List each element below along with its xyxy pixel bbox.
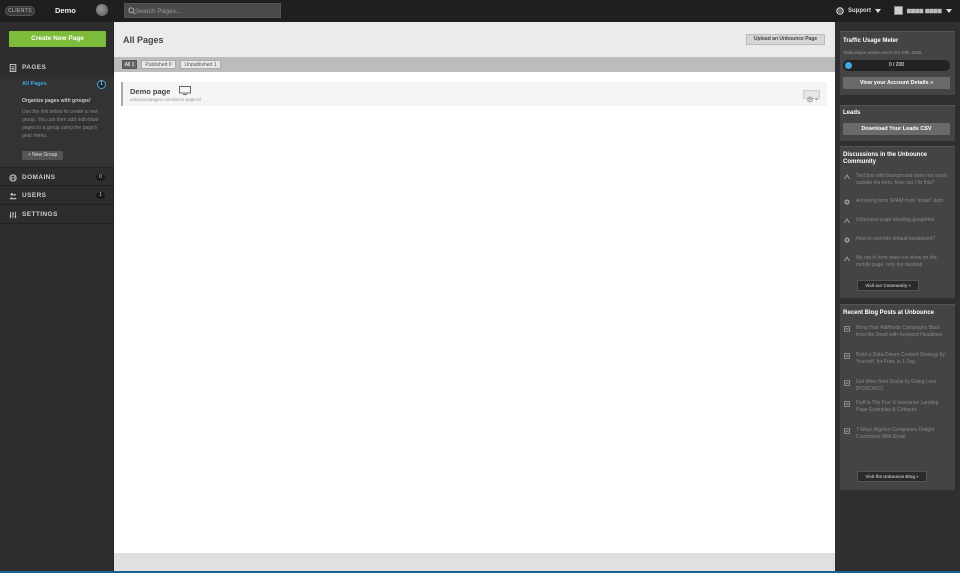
gear-icon: [807, 96, 818, 103]
groups-help-text: Use the link below to create a new group…: [22, 109, 99, 139]
all-pages-count-badge: 1: [97, 80, 106, 89]
community-title: Discussions in the Unbounce Community: [843, 152, 928, 165]
blog-post-title[interactable]: Fluff is Thy Foe: 6 Insurance Landing Pa…: [856, 400, 951, 413]
pages-icon: [9, 64, 17, 72]
discussion-title[interactable]: How to override default breakpoint?: [856, 236, 951, 243]
filter-all[interactable]: All 1: [122, 60, 137, 69]
blog-post-title[interactable]: Get More from Social by Doing Less [PODC…: [856, 379, 951, 392]
top-bar: CLIENTS Demo Support ▆▆▆▆ ▆▆▆▆: [0, 0, 960, 22]
visit-blog-button[interactable]: Visit the Unbounce Blog »: [857, 471, 927, 482]
document-icon: [844, 401, 850, 407]
groups-help-title: Organize pages with groups!: [22, 98, 91, 104]
up-chevron-icon: [844, 174, 850, 180]
page-gear-button[interactable]: [803, 90, 820, 103]
blog-post-title[interactable]: Build a Data-Driven Content Strategy by …: [856, 352, 951, 365]
right-sidebar: Traffic Usage Meter Total unique visitor…: [835, 22, 960, 573]
sidebar-item-pages[interactable]: PAGES: [0, 58, 114, 77]
users-icon: [9, 193, 17, 200]
user-menu[interactable]: ▆▆▆▆ ▆▆▆▆: [894, 5, 952, 16]
left-sidebar: Create New Page PAGES All Pages 1 Organi…: [0, 22, 114, 573]
sidebar-item-label: USERS: [22, 192, 47, 199]
new-group-button[interactable]: + New Group: [22, 151, 63, 160]
blog-title: Recent Blog Posts at Unbounce: [843, 310, 935, 316]
users-count-badge: 1: [96, 192, 105, 199]
up-chevron-icon: [844, 256, 850, 262]
domains-count-badge: 0: [96, 174, 105, 181]
clients-button[interactable]: CLIENTS: [5, 6, 35, 16]
document-icon: [844, 353, 850, 359]
sidebar-item-domains[interactable]: DOMAINS 0: [0, 167, 114, 186]
sidebar-item-settings[interactable]: SETTINGS: [0, 205, 114, 224]
sidebar-item-label: PAGES: [22, 64, 47, 71]
leads-title: Leads: [843, 110, 861, 116]
blog-post-title[interactable]: Bring Your AdWords Campaigns Back from t…: [856, 325, 951, 338]
view-account-details-button[interactable]: View your Account Details »: [843, 77, 950, 89]
traffic-usage-panel: Traffic Usage Meter Total unique visitor…: [840, 31, 955, 95]
visit-community-button[interactable]: Visit our Community »: [857, 280, 919, 291]
sidebar-item-label: DOMAINS: [22, 174, 56, 181]
support-menu[interactable]: Support: [836, 6, 881, 16]
traffic-usage-meter: 0 / 200: [843, 60, 950, 71]
document-icon: [844, 380, 850, 386]
page-title: All Pages: [123, 35, 164, 45]
chat-icon: [844, 237, 850, 243]
document-icon: [844, 428, 850, 434]
all-pages-link[interactable]: All Pages: [22, 81, 47, 87]
main-header: All Pages Upload an Unbounce Page: [114, 22, 835, 57]
page-name-link[interactable]: Demo page: [130, 87, 170, 96]
discussion-title[interactable]: Annoying form SPAM from "smart" bots: [856, 198, 951, 205]
discussion-title[interactable]: Text box with background does not reach …: [856, 173, 951, 186]
blog-panel: Recent Blog Posts at Unbounce Bring Your…: [840, 304, 955, 490]
filter-published[interactable]: Published 0: [141, 60, 176, 69]
filter-unpublished[interactable]: Unpublished 1: [180, 60, 221, 69]
settings-icon: [9, 211, 17, 219]
community-panel: Discussions in the Unbounce Community Te…: [840, 146, 955, 298]
discussion-title[interactable]: My opt in form does not show on the mobi…: [856, 255, 951, 268]
search-input[interactable]: [135, 5, 275, 17]
support-label: Support: [848, 8, 871, 14]
chevron-down-icon: [875, 9, 881, 13]
blog-post-title[interactable]: 7 Ways Bigshot Companies Delight Custome…: [856, 427, 951, 440]
download-leads-button[interactable]: Download Your Leads CSV: [843, 123, 950, 135]
username-blurred: ▆▆▆▆ ▆▆▆▆: [907, 7, 942, 14]
main-content: All Pages Upload an Unbounce Page All 1 …: [114, 22, 835, 573]
chat-icon: [844, 199, 850, 205]
document-icon: [844, 326, 850, 332]
client-name[interactable]: Demo: [55, 6, 76, 15]
sidebar-item-label: SETTINGS: [22, 211, 58, 218]
lifebuoy-icon: [836, 7, 844, 15]
user-avatar: [894, 6, 903, 15]
main-footer: [114, 553, 835, 573]
pages-subpanel: All Pages 1 Organize pages with groups! …: [0, 77, 114, 167]
up-chevron-icon: [844, 218, 850, 224]
sidebar-item-users[interactable]: USERS 1: [0, 186, 114, 205]
client-avatar[interactable]: [96, 4, 108, 16]
desktop-monitor-icon: [179, 86, 191, 95]
filter-bar: All 1 Published 0 Unpublished 1: [114, 57, 835, 72]
chevron-down-icon: [945, 8, 952, 13]
create-new-page-button[interactable]: Create New Page: [9, 31, 106, 47]
leads-panel: Leads Download Your Leads CSV: [840, 105, 955, 141]
page-url[interactable]: unbouncepages.com/demo-page-6/: [130, 97, 201, 102]
upload-page-button[interactable]: Upload an Unbounce Page: [746, 34, 825, 45]
traffic-usage-value: 0 / 200: [888, 62, 905, 68]
discussion-title[interactable]: Unbounce page blocking googlebot: [856, 217, 951, 224]
traffic-usage-subtitle: Total unique visitors since Oct 10th, 20…: [843, 50, 922, 55]
traffic-usage-title: Traffic Usage Meter: [843, 38, 899, 44]
globe-icon: [9, 174, 17, 182]
search-box[interactable]: [124, 3, 281, 18]
page-row[interactable]: Demo page unbouncepages.com/demo-page-6/: [121, 82, 827, 106]
